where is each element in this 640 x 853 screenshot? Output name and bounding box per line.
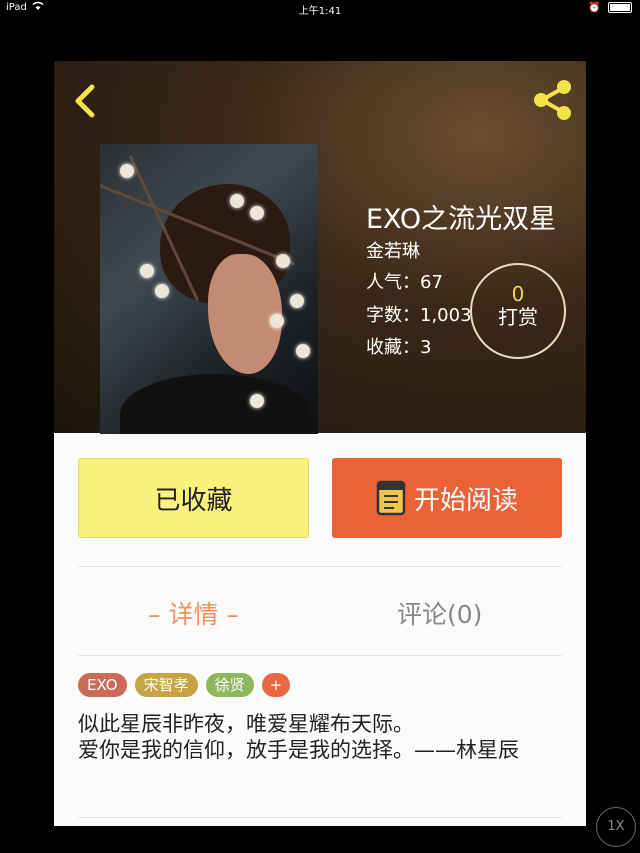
status-bar: iPad 上午1:41 ⏰ — [0, 0, 640, 18]
battery-icon — [608, 2, 632, 13]
share-icon — [534, 80, 571, 120]
reward-count: 0 — [511, 282, 525, 306]
book-author[interactable]: 金若琳 — [366, 237, 420, 263]
zoom-button[interactable]: 1X — [596, 807, 636, 847]
tag-item[interactable]: 宋智孝 — [134, 673, 198, 697]
book-icon — [376, 480, 406, 516]
favorite-button[interactable]: 已收藏 — [78, 458, 309, 538]
tag-item[interactable]: 徐贤 — [205, 673, 254, 697]
reward-label: 打赏 — [498, 305, 538, 329]
start-reading-button[interactable]: 开始阅读 — [332, 458, 562, 538]
reward-button[interactable]: 0 打赏 — [470, 263, 566, 359]
popularity-stat: 人气：67 — [366, 272, 443, 293]
divider — [78, 566, 562, 567]
alarm-icon: ⏰ — [588, 2, 601, 14]
share-button[interactable] — [530, 77, 576, 123]
favorite-label: 已收藏 — [154, 485, 233, 516]
book-cover-image — [100, 144, 318, 434]
tab-comment[interactable]: 评论(0) — [397, 595, 482, 631]
status-right: ⏰ — [588, 2, 632, 14]
tag-list: EXO 宋智孝 徐贤 + — [78, 673, 291, 699]
book-header: EXO之流光双星 金若琳 人气：67 字数：1,003 收藏：3 0 打赏 — [54, 61, 586, 434]
book-description: 似此星辰非昨夜，唯爱星耀布天际。 爱你是我的信仰，放手是我的选择。——林星辰 — [78, 711, 568, 763]
divider — [78, 817, 562, 818]
start-reading-label: 开始阅读 — [413, 485, 518, 516]
chevron-left-icon — [75, 84, 95, 118]
book-detail-screen: EXO之流光双星 金若琳 人气：67 字数：1,003 收藏：3 0 打赏 已收… — [54, 61, 586, 826]
add-tag-button[interactable]: + — [261, 673, 291, 697]
back-button[interactable] — [68, 81, 104, 121]
divider — [78, 655, 562, 656]
description-text: 似此星辰非昨夜，唯爱星耀布天际。 爱你是我的信仰，放手是我的选择。——林星辰 — [78, 712, 519, 762]
tab-detail[interactable]: – 详情 – — [148, 595, 239, 631]
status-time: 上午1:41 — [298, 6, 342, 17]
tag-item[interactable]: EXO — [78, 673, 127, 697]
word-count-stat: 字数：1,003 — [366, 305, 472, 326]
book-title: EXO之流光双星 — [366, 204, 557, 235]
favorites-stat: 收藏：3 — [366, 337, 432, 358]
